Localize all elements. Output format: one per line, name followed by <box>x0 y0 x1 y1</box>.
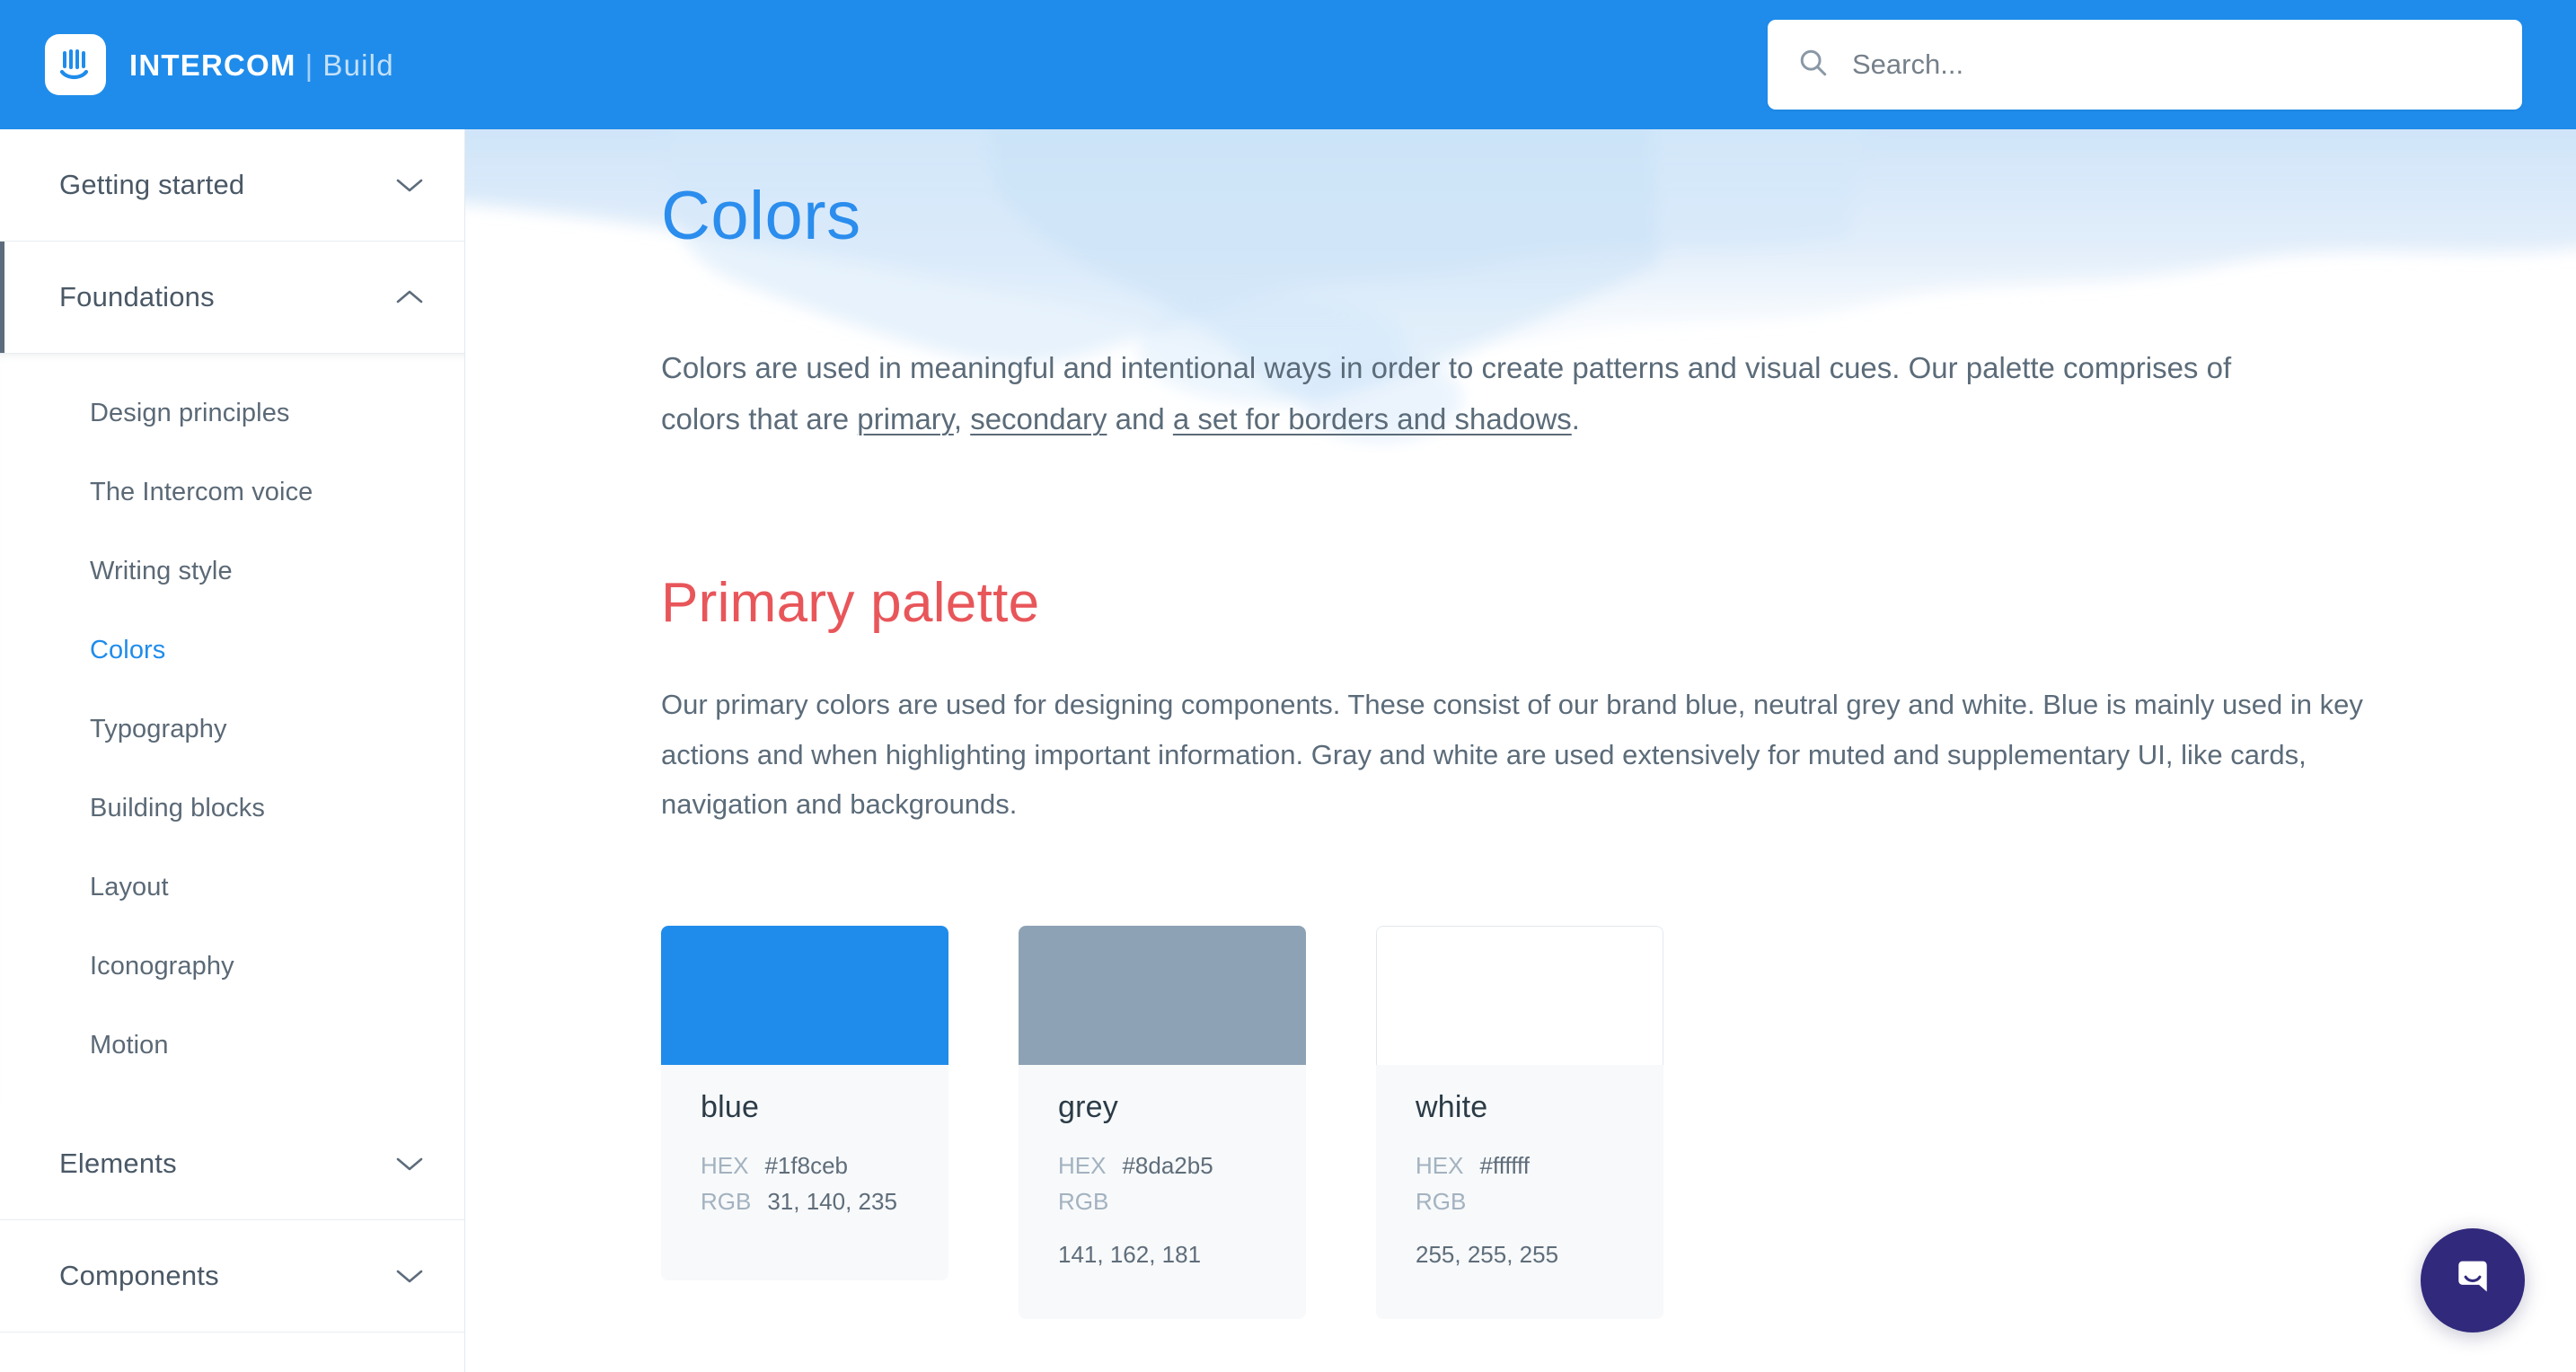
sidebar-item-typography[interactable]: Typography <box>0 690 464 769</box>
sidebar-section-components: Components <box>0 1220 464 1332</box>
intro-text-end: . <box>1571 402 1580 436</box>
sidebar-item-iconography[interactable]: Iconography <box>0 927 464 1006</box>
color-swatch-preview <box>661 925 948 1065</box>
rgb-value: 31, 140, 235 <box>767 1188 897 1216</box>
search-box[interactable] <box>1768 20 2522 110</box>
brand-text: INTERCOM | Build <box>129 50 394 80</box>
sidebar-navigation: Getting started Foundations Design princ… <box>0 129 465 1372</box>
color-rgb-row: RGB 255, 255, 255 <box>1416 1183 1624 1272</box>
rgb-label: RGB <box>701 1188 752 1216</box>
sidebar-item-getting-started[interactable]: Getting started <box>0 129 464 241</box>
sidebar-item-layout[interactable]: Layout <box>0 848 464 927</box>
brand-name: INTERCOM <box>129 48 296 82</box>
chevron-down-icon[interactable] <box>394 176 425 194</box>
hex-value: #8da2b5 <box>1122 1151 1213 1179</box>
sidebar-item-motion[interactable]: Motion <box>0 1006 464 1085</box>
sidebar-item-colors[interactable]: Colors <box>0 611 464 690</box>
search-icon <box>1798 48 1829 83</box>
color-name: blue <box>701 1089 760 1124</box>
color-hex-row: HEX #8da2b5 <box>1058 1148 1266 1183</box>
hex-label: HEX <box>701 1151 749 1179</box>
intro-text-sep-2: and <box>1107 402 1173 436</box>
sidebar-item-building-blocks[interactable]: Building blocks <box>0 769 464 848</box>
brand-separator: | <box>304 48 314 82</box>
sidebar-item-the-intercom-voice[interactable]: The Intercom voice <box>0 453 464 532</box>
top-header-bar: INTERCOM | Build <box>0 0 2576 129</box>
rgb-label: RGB <box>1058 1188 1109 1216</box>
color-hex-row: HEX #ffffff <box>1416 1148 1624 1183</box>
intercom-logo-icon <box>45 34 106 95</box>
sidebar-section-label: Getting started <box>59 169 245 200</box>
color-swatch-card-list: blue HEX #1f8ceb RGB 31, 140, 235 grey H… <box>661 925 2576 1319</box>
sidebar-item-foundations[interactable]: Foundations <box>0 242 464 353</box>
color-hex-row: HEX #1f8ceb <box>701 1148 909 1183</box>
chevron-down-icon[interactable] <box>394 1155 425 1173</box>
color-swatch-info: white HEX #ffffff RGB 255, 255, 255 <box>1376 1064 1663 1319</box>
main-content-area: Colors Colors are used in meaningful and… <box>465 129 2576 1372</box>
chevron-down-icon[interactable] <box>394 1267 425 1285</box>
color-swatch-info: grey HEX #8da2b5 RGB 141, 162, 181 <box>1019 1064 1306 1319</box>
sidebar-subnav-foundations: Design principles The Intercom voice Wri… <box>0 354 464 1108</box>
hex-value: #1f8ceb <box>764 1151 848 1179</box>
sidebar-section-getting-started: Getting started <box>0 129 464 242</box>
sidebar-item-elements[interactable]: Elements <box>0 1108 464 1219</box>
color-name: white <box>1416 1089 1488 1124</box>
search-input[interactable] <box>1852 20 2492 110</box>
sidebar-item-writing-style[interactable]: Writing style <box>0 532 464 611</box>
color-swatch-preview <box>1376 925 1663 1065</box>
rgb-label: RGB <box>1416 1188 1467 1216</box>
color-swatch-info: blue HEX #1f8ceb RGB 31, 140, 235 <box>661 1064 948 1280</box>
color-swatch-card[interactable]: white HEX #ffffff RGB 255, 255, 255 <box>1376 925 1663 1319</box>
sidebar-item-design-principles[interactable]: Design principles <box>0 374 464 453</box>
rgb-value: 141, 162, 181 <box>1058 1240 1202 1268</box>
sidebar-section-elements: Elements <box>0 1108 464 1220</box>
sidebar-section-foundations: Foundations <box>0 242 464 354</box>
section-body-primary-palette: Our primary colors are used for designin… <box>661 689 2363 820</box>
sidebar-section-label: Components <box>59 1260 219 1291</box>
sidebar-section-label: Foundations <box>59 281 215 312</box>
hex-label: HEX <box>1416 1151 1464 1179</box>
brand-sub-label: Build <box>322 48 394 82</box>
color-rgb-row: RGB 31, 140, 235 <box>701 1183 909 1219</box>
color-value-rows: HEX #ffffff RGB 255, 255, 255 <box>1416 1148 1624 1272</box>
sidebar-section-label: Elements <box>59 1148 177 1179</box>
link-secondary[interactable]: secondary <box>970 402 1107 435</box>
intercom-chat-launcher-button[interactable] <box>2421 1228 2525 1332</box>
intercom-chat-bubble-icon <box>2447 1253 2499 1309</box>
color-name: grey <box>1058 1089 1118 1124</box>
page-content: Colors Colors are used in meaningful and… <box>465 129 2576 1319</box>
color-rgb-row: RGB 141, 162, 181 <box>1058 1183 1266 1272</box>
intro-paragraph: Colors are used in meaningful and intent… <box>661 342 2269 446</box>
color-swatch-preview <box>1019 925 1306 1065</box>
rgb-value: 255, 255, 255 <box>1416 1240 1559 1268</box>
sidebar-item-components[interactable]: Components <box>0 1220 464 1332</box>
page-title: Colors <box>661 178 861 254</box>
color-swatch-card[interactable]: grey HEX #8da2b5 RGB 141, 162, 181 <box>1019 925 1306 1319</box>
color-value-rows: HEX #1f8ceb RGB 31, 140, 235 <box>701 1148 909 1220</box>
link-borders-and-shadows[interactable]: a set for borders and shadows <box>1173 402 1572 435</box>
brand-logo-link[interactable]: INTERCOM | Build <box>45 34 394 95</box>
color-value-rows: HEX #8da2b5 RGB 141, 162, 181 <box>1058 1148 1266 1272</box>
chevron-up-icon[interactable] <box>394 288 425 306</box>
hex-value: #ffffff <box>1479 1151 1530 1179</box>
link-primary[interactable]: primary <box>857 402 954 435</box>
hex-label: HEX <box>1058 1151 1107 1179</box>
color-swatch-card[interactable]: blue HEX #1f8ceb RGB 31, 140, 235 <box>661 925 948 1319</box>
intro-text-sep-1: , <box>953 402 971 436</box>
section-title-primary-palette: Primary palette <box>661 572 1040 635</box>
